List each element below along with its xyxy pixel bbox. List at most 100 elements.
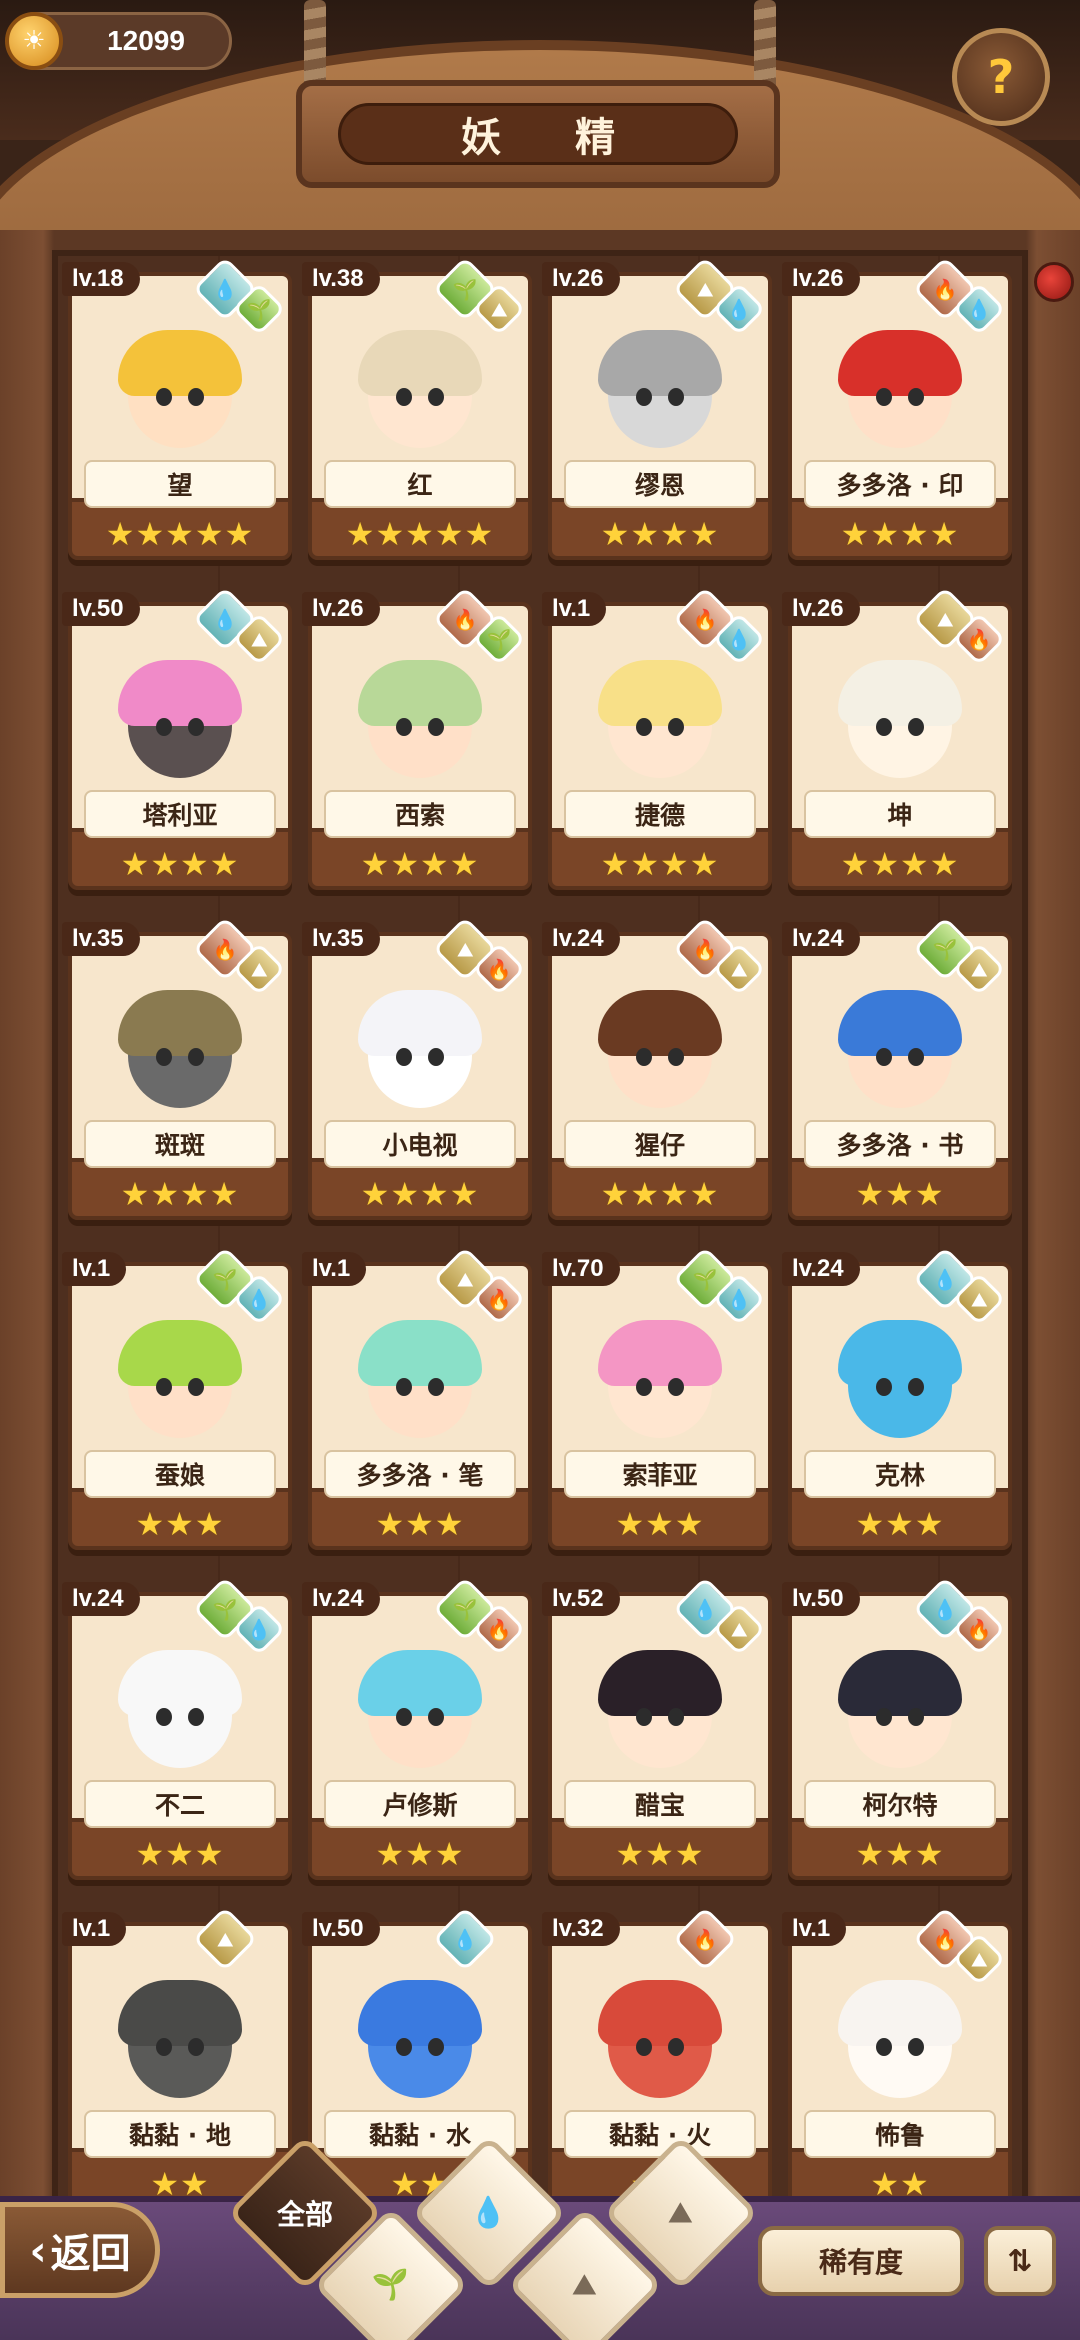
fairy-hair	[118, 330, 242, 396]
fairy-name: 西索	[324, 790, 516, 838]
level-tag: lv.50	[62, 592, 140, 626]
fairy-name: 卢修斯	[324, 1780, 516, 1828]
fairy-eye	[636, 718, 652, 736]
fairy-name: 怖鲁	[804, 2110, 996, 2158]
fire-glyph: 🔥	[486, 1287, 512, 1311]
star-rating: ★★★	[855, 1175, 945, 1213]
fairy-head	[358, 1650, 482, 1768]
fairy-card[interactable]: lv.26 ⛰ 🔥 坤 ★★★★	[782, 586, 1018, 902]
fairy-eye	[428, 2038, 444, 2056]
fairy-card[interactable]: lv.1 ⛰ 黏黏 · 地 ★★	[62, 1906, 298, 2222]
star-rating: ★★★★	[840, 845, 960, 883]
fairy-card[interactable]: lv.24 🌱 ⛰ 多多洛 · 书 ★★★	[782, 916, 1018, 1232]
fairy-head	[838, 660, 962, 778]
fairy-eye	[636, 1708, 652, 1726]
plant-glyph: 🌱	[212, 1597, 238, 1621]
fairy-portrait	[342, 1288, 498, 1438]
plant-glyph: 🌱	[486, 627, 512, 651]
fairy-card[interactable]: lv.35 ⛰ 🔥 小电视 ★★★★	[302, 916, 538, 1232]
fire-glyph: 🔥	[692, 607, 718, 631]
fairy-name: 醋宝	[564, 1780, 756, 1828]
fairy-card[interactable]: lv.18 💧 🌱 望 ★★★★★	[62, 256, 298, 572]
fairy-eye	[668, 1378, 684, 1396]
fairy-name: 捷德	[564, 790, 756, 838]
fairy-card[interactable]: lv.24 🔥 ⛰ 猩仔 ★★★★	[542, 916, 778, 1232]
fairy-head	[118, 1650, 242, 1768]
help-button[interactable]: ?	[952, 28, 1050, 126]
fairy-eye	[876, 1048, 892, 1066]
fairy-eye	[876, 2038, 892, 2056]
fairy-card[interactable]: lv.1 🔥 💧 捷德 ★★★★	[542, 586, 778, 902]
fairy-card[interactable]: lv.24 🌱 🔥 卢修斯 ★★★	[302, 1576, 538, 1892]
fairy-card[interactable]: lv.24 🌱 💧 不二 ★★★	[62, 1576, 298, 1892]
fairy-name: 不二	[84, 1780, 276, 1828]
fairy-eye	[636, 2038, 652, 2056]
title-sign: 妖 精	[296, 80, 780, 188]
fairy-card[interactable]: lv.1 🌱 💧 蚕娘 ★★★	[62, 1246, 298, 1562]
fairy-hair	[358, 1320, 482, 1386]
star-rating: ★★★★	[120, 845, 240, 883]
fairy-eye	[428, 1048, 444, 1066]
fairy-name: 小电视	[324, 1120, 516, 1168]
level-tag: lv.26	[542, 262, 620, 296]
star-rating: ★★★	[855, 1835, 945, 1873]
fairy-card[interactable]: lv.38 🌱 ⛰ 红 ★★★★★	[302, 256, 538, 572]
fairy-card[interactable]: lv.50 💧 ⛰ 塔利亚 ★★★★	[62, 586, 298, 902]
rarity-sort-button[interactable]: 稀有度	[758, 2226, 964, 2296]
star-rating: ★★★★★	[345, 515, 495, 553]
star-rating: ★★★★	[600, 1175, 720, 1213]
currency-display: ☀ 12099	[5, 12, 232, 70]
fairy-hair	[118, 990, 242, 1056]
level-tag: lv.70	[542, 1252, 620, 1286]
fairy-eye	[876, 388, 892, 406]
fire-glyph: 🔥	[966, 1617, 992, 1641]
fairy-head	[838, 990, 962, 1108]
water-glyph: 💧	[726, 1287, 752, 1311]
fairy-eye	[396, 1378, 412, 1396]
fairy-portrait	[582, 958, 738, 1108]
fairy-eye	[908, 1378, 924, 1396]
fairy-head	[118, 1980, 242, 2098]
fairy-head	[598, 990, 722, 1108]
fairy-eye	[876, 718, 892, 736]
sort-order-button[interactable]: ⇅	[984, 2226, 1056, 2296]
earth-glyph: ⛰	[970, 1947, 988, 1971]
fairy-eye	[156, 1048, 172, 1066]
fairy-card[interactable]: lv.26 🔥 💧 多多洛 · 印 ★★★★	[782, 256, 1018, 572]
fairy-card[interactable]: lv.1 🔥 ⛰ 怖鲁 ★★	[782, 1906, 1018, 2222]
fairy-name: 坤	[804, 790, 996, 838]
star-rating: ★★★★	[120, 1175, 240, 1213]
fairy-hair	[598, 1980, 722, 2046]
notification-button[interactable]	[1034, 262, 1074, 302]
fairy-head	[118, 1320, 242, 1438]
fairy-card[interactable]: lv.50 💧 🔥 柯尔特 ★★★	[782, 1576, 1018, 1892]
fairy-eye	[636, 1378, 652, 1396]
fairy-card[interactable]: lv.52 💧 ⛰ 醋宝 ★★★	[542, 1576, 778, 1892]
fire-glyph: 🔥	[486, 1617, 512, 1641]
level-tag: lv.26	[302, 592, 380, 626]
fairy-card[interactable]: lv.26 🔥 🌱 西索 ★★★★	[302, 586, 538, 902]
fairy-hair	[118, 1980, 242, 2046]
fairy-hair	[358, 1650, 482, 1716]
fairy-portrait	[342, 1948, 498, 2098]
fairy-name: 黏黏 · 火	[564, 2110, 756, 2158]
fairy-eye	[396, 1048, 412, 1066]
fairy-eye	[876, 1708, 892, 1726]
fairy-head	[598, 330, 722, 448]
fairy-card[interactable]: lv.26 ⛰ 💧 缪恩 ★★★★	[542, 256, 778, 572]
back-button[interactable]: ‹ 返回	[0, 2202, 160, 2298]
fairy-portrait	[582, 1618, 738, 1768]
fairy-portrait	[102, 1618, 258, 1768]
fairy-card[interactable]: lv.35 🔥 ⛰ 斑斑 ★★★★	[62, 916, 298, 1232]
fairy-card[interactable]: lv.1 ⛰ 🔥 多多洛 · 笔 ★★★	[302, 1246, 538, 1562]
fairy-card[interactable]: lv.24 💧 ⛰ 克林 ★★★	[782, 1246, 1018, 1562]
fairy-head	[358, 330, 482, 448]
star-rating: ★★★	[135, 1505, 225, 1543]
fairy-hair	[358, 660, 482, 726]
fairy-eye	[428, 388, 444, 406]
fire-glyph: 🔥	[212, 937, 238, 961]
fairy-name: 柯尔特	[804, 1780, 996, 1828]
fairy-eye	[188, 718, 204, 736]
fairy-eye	[396, 2038, 412, 2056]
fairy-card[interactable]: lv.70 🌱 💧 索菲亚 ★★★	[542, 1246, 778, 1562]
